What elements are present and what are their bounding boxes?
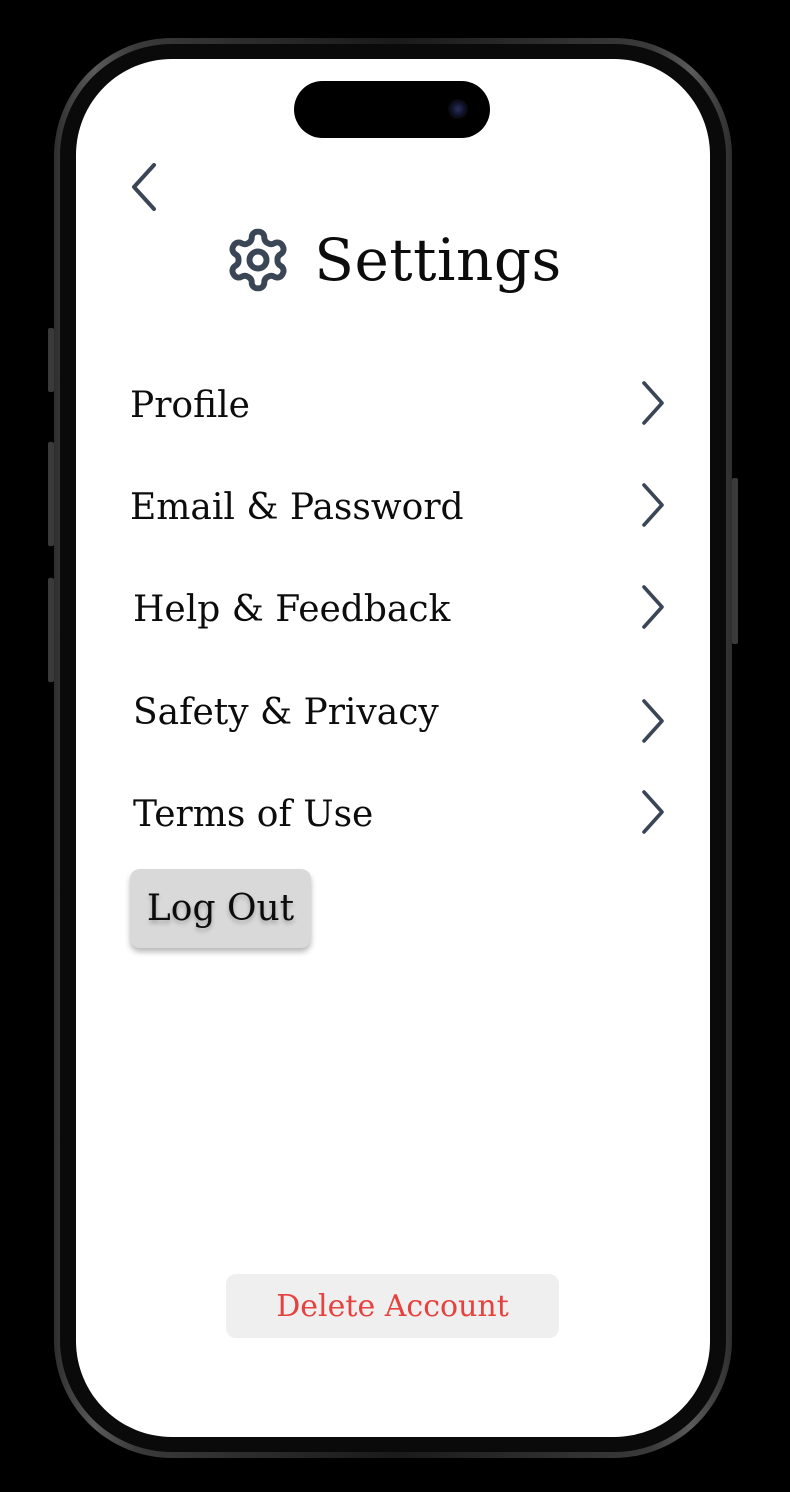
menu-item-help-feedback[interactable]: Help & Feedback bbox=[133, 574, 670, 644]
power-button bbox=[732, 478, 738, 644]
chevron-right-icon bbox=[642, 790, 664, 834]
delete-account-label: Delete Account bbox=[276, 1288, 509, 1324]
menu-item-terms-of-use[interactable]: Terms of Use bbox=[133, 779, 670, 849]
menu-item-profile[interactable]: Profile bbox=[130, 370, 670, 440]
action-button bbox=[48, 328, 54, 392]
page-title: Settings bbox=[314, 226, 562, 294]
volume-up-button bbox=[48, 442, 54, 546]
menu-item-label: Profile bbox=[130, 384, 250, 426]
menu-item-label: Help & Feedback bbox=[133, 588, 451, 630]
menu-item-email-password[interactable]: Email & Password bbox=[130, 472, 670, 542]
logout-label: Log Out bbox=[146, 888, 295, 929]
chevron-right-icon bbox=[642, 381, 664, 425]
camera-icon bbox=[448, 99, 468, 119]
page-header: Settings bbox=[76, 219, 710, 301]
menu-item-safety-privacy[interactable]: Safety & Privacy bbox=[133, 677, 670, 747]
settings-screen: Settings Profile Email & Password Help &… bbox=[76, 59, 710, 1437]
delete-account-button[interactable]: Delete Account bbox=[226, 1274, 559, 1338]
back-button[interactable] bbox=[126, 159, 166, 219]
chevron-right-icon bbox=[642, 483, 664, 527]
volume-down-button bbox=[48, 578, 54, 682]
menu-item-label: Email & Password bbox=[130, 486, 464, 528]
dynamic-island bbox=[294, 81, 490, 138]
menu-item-label: Safety & Privacy bbox=[133, 691, 439, 733]
gear-icon bbox=[229, 228, 287, 292]
menu-item-label: Terms of Use bbox=[133, 793, 374, 835]
logout-button[interactable]: Log Out bbox=[130, 869, 311, 948]
chevron-right-icon bbox=[642, 585, 664, 629]
chevron-left-icon bbox=[132, 163, 156, 211]
chevron-right-icon bbox=[642, 699, 664, 743]
